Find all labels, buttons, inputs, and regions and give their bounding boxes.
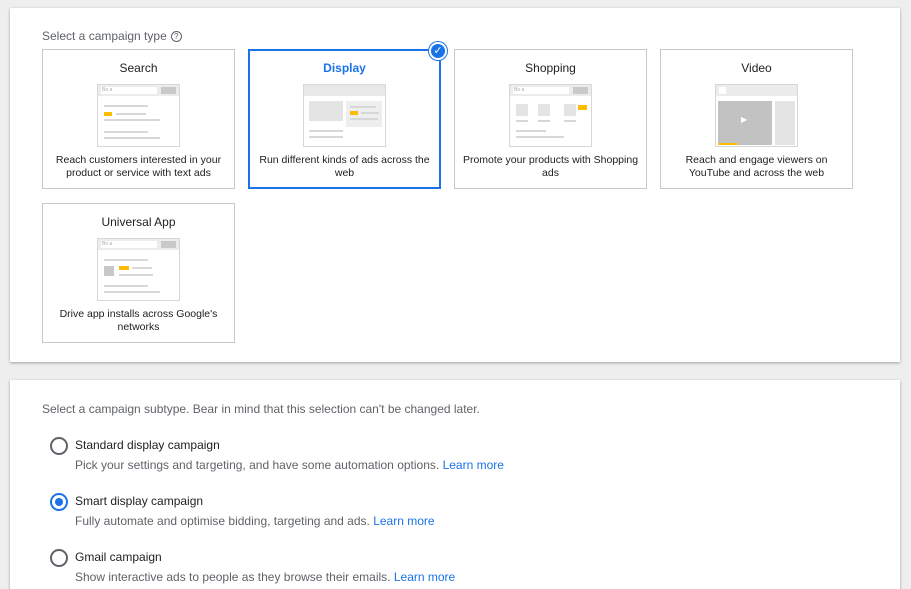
- card-title: Video: [741, 61, 772, 75]
- search-ad-thumbnail-icon: Bo a: [97, 84, 180, 147]
- campaign-type-card-universal-app[interactable]: Universal App Bo a Drive app installs ac…: [42, 203, 235, 343]
- card-description: Promote your products with Shopping ads: [462, 154, 639, 179]
- option-description: Pick your settings and targeting, and ha…: [75, 458, 504, 472]
- card-title: Shopping: [525, 61, 576, 75]
- card-title: Search: [119, 61, 158, 75]
- option-description: Show interactive ads to people as they b…: [75, 570, 456, 584]
- app-ad-thumbnail-icon: Bo a: [97, 238, 180, 301]
- campaign-type-card-shopping[interactable]: Shopping Bo a Promote your products with…: [454, 49, 647, 189]
- campaign-type-card-search[interactable]: Search Bo a Reach customers interested i…: [42, 49, 235, 189]
- help-circle-icon[interactable]: ?: [170, 30, 182, 42]
- shopping-ad-thumbnail-icon: Bo a: [509, 84, 592, 147]
- campaign-type-card-video[interactable]: Video ▶ Reach and engage viewers on YouT…: [660, 49, 853, 189]
- campaign-subtype-label: Select a campaign subtype. Bear in mind …: [42, 402, 480, 416]
- radio-button[interactable]: [50, 549, 68, 567]
- card-description: Drive app installs across Google's netwo…: [59, 308, 218, 333]
- radio-button-selected[interactable]: [50, 493, 68, 511]
- radio-button[interactable]: [50, 437, 68, 455]
- campaign-type-card-display[interactable]: Display Run different kinds of ads acros…: [248, 49, 441, 189]
- selected-check-icon: ✓: [429, 42, 447, 60]
- video-ad-thumbnail-icon: ▶: [715, 84, 798, 147]
- option-description: Fully automate and optimise bidding, tar…: [75, 514, 435, 528]
- card-description: Reach and engage viewers on YouTube and …: [685, 154, 828, 179]
- card-title: Universal App: [101, 215, 176, 229]
- campaign-type-label: Select a campaign type ?: [42, 29, 182, 43]
- campaign-subtype-panel: Select a campaign subtype. Bear in mind …: [10, 380, 900, 589]
- card-description: Reach customers interested in your produ…: [55, 154, 222, 179]
- card-description: Run different kinds of ads across the we…: [259, 154, 430, 179]
- learn-more-link[interactable]: Learn more: [394, 570, 455, 584]
- option-title: Smart display campaign: [75, 494, 204, 508]
- display-ad-thumbnail-icon: [303, 84, 386, 147]
- option-title: Gmail campaign: [75, 550, 162, 564]
- learn-more-link[interactable]: Learn more: [373, 514, 434, 528]
- option-title: Standard display campaign: [75, 438, 220, 452]
- learn-more-link[interactable]: Learn more: [443, 458, 504, 472]
- play-icon: ▶: [741, 115, 748, 124]
- card-title: Display: [323, 61, 366, 75]
